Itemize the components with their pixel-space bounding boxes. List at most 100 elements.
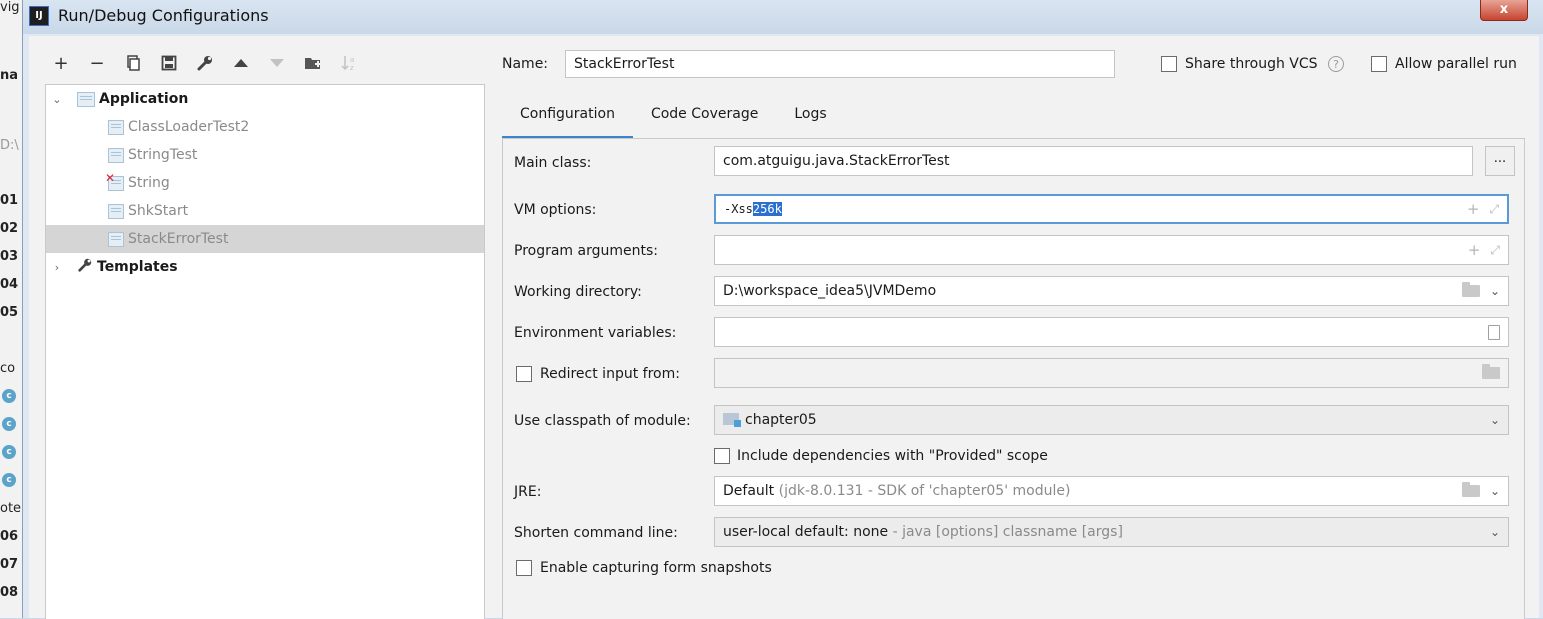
- include-deps-checkbox[interactable]: [714, 448, 730, 464]
- intellij-icon: IJ: [29, 6, 49, 26]
- config-icon: [108, 147, 124, 163]
- env-vars-label: Environment variables:: [514, 325, 677, 341]
- tree-label: StackErrorTest: [128, 231, 229, 247]
- bg-text: vig: [0, 0, 20, 15]
- expand-icon[interactable]: ⤢: [1489, 196, 1499, 222]
- tree-label: Templates: [97, 259, 178, 275]
- main-class-label: Main class:: [514, 155, 592, 171]
- chevron-down-icon[interactable]: ⌄: [1490, 406, 1500, 434]
- shorten-detail: - java [options] classname [args]: [892, 524, 1123, 540]
- tree-item[interactable]: ClassLoaderTest2: [46, 113, 484, 141]
- allow-parallel-checkbox[interactable]: [1371, 56, 1387, 72]
- save-icon[interactable]: [151, 50, 187, 76]
- shorten-select[interactable]: user-local default: none - java [options…: [714, 517, 1509, 547]
- tab-code-coverage[interactable]: Code Coverage: [633, 98, 776, 136]
- bg-line-number: 06: [0, 529, 19, 544]
- folder-icon[interactable]: [1461, 282, 1480, 297]
- window-title: Run/Debug Configurations: [58, 6, 269, 25]
- help-icon[interactable]: ?: [1328, 56, 1344, 72]
- tree-item[interactable]: ✕ String: [46, 169, 484, 197]
- folder-icon[interactable]: [1461, 482, 1480, 497]
- env-vars-input[interactable]: [714, 317, 1509, 347]
- bg-line-number: 01: [0, 193, 19, 208]
- plus-icon[interactable]: +: [1467, 196, 1480, 222]
- tab-logs[interactable]: Logs: [776, 98, 844, 136]
- chevron-down-icon[interactable]: ⌄: [51, 93, 63, 106]
- svg-text:z: z: [350, 64, 354, 72]
- classpath-select[interactable]: chapter05 ⌄: [714, 405, 1509, 435]
- tree-label: ShkStart: [128, 203, 189, 219]
- vm-options-input[interactable]: -Xss256k + ⤢: [714, 194, 1509, 224]
- config-tree: ⌄ Application ClassLoaderTest2 StringTes…: [45, 84, 485, 619]
- bg-line-number: 03: [0, 249, 19, 264]
- expand-icon[interactable]: ⤢: [1490, 236, 1500, 264]
- name-input[interactable]: StackErrorTest: [565, 50, 1115, 78]
- tree-node-templates[interactable]: › Templates: [46, 253, 484, 281]
- capture-snapshots-checkbox[interactable]: [516, 560, 532, 576]
- tab-configuration[interactable]: Configuration: [502, 98, 633, 139]
- allow-parallel-label: Allow parallel run: [1395, 56, 1517, 72]
- jre-detail: (jdk-8.0.131 - SDK of 'chapter05' module…: [778, 483, 1071, 499]
- chevron-down-icon[interactable]: ⌄: [1490, 518, 1500, 546]
- include-deps-label: Include dependencies with "Provided" sco…: [737, 448, 1048, 464]
- program-args-input[interactable]: + ⤢: [714, 235, 1509, 265]
- vm-options-text: -Xss: [724, 202, 753, 216]
- document-icon[interactable]: [1488, 324, 1500, 340]
- working-dir-text: D:\workspace_idea5\JVMDemo: [723, 283, 937, 299]
- background-app-strip: vig na D:\ 01 02 03 04 05 co c c c c ote…: [0, 0, 23, 618]
- tree-item[interactable]: ShkStart: [46, 197, 484, 225]
- tree-node-application[interactable]: ⌄ Application: [46, 85, 484, 113]
- redirect-input-checkbox[interactable]: [516, 366, 532, 382]
- chevron-down-icon[interactable]: ⌄: [1490, 277, 1500, 305]
- tree-label: StringTest: [128, 147, 198, 163]
- classpath-label: Use classpath of module:: [514, 413, 691, 429]
- tree-label: String: [128, 175, 170, 191]
- add-icon[interactable]: +: [43, 50, 79, 76]
- wrench-icon[interactable]: [187, 50, 223, 76]
- title-bar[interactable]: IJ Run/Debug Configurations x: [23, 0, 1543, 34]
- bg-line-number: 04: [0, 277, 19, 292]
- vm-options-label: VM options:: [514, 202, 597, 218]
- main-class-input[interactable]: com.atguigu.java.StackErrorTest: [714, 146, 1473, 176]
- tree-item-selected[interactable]: StackErrorTest: [46, 225, 484, 253]
- tab-bar: Configuration Code Coverage Logs: [502, 98, 845, 139]
- field-icons: ⌄: [1490, 518, 1500, 546]
- working-dir-label: Working directory:: [514, 284, 642, 300]
- folder-add-icon[interactable]: [295, 50, 331, 76]
- run-debug-dialog: IJ Run/Debug Configurations x + − a z ⌄ …: [22, 0, 1543, 619]
- field-icons: ⌄: [1490, 406, 1500, 434]
- chevron-right-icon[interactable]: ›: [51, 261, 63, 274]
- capture-snapshots-label: Enable capturing form snapshots: [540, 560, 772, 576]
- field-icons: [1488, 318, 1500, 346]
- bg-class-icon: c: [2, 445, 16, 459]
- browse-button[interactable]: ...: [1485, 146, 1515, 176]
- remove-icon[interactable]: −: [79, 50, 115, 76]
- module-icon: [723, 413, 741, 427]
- share-vcs-checkbox[interactable]: [1161, 56, 1177, 72]
- program-args-label: Program arguments:: [514, 243, 658, 259]
- bg-text: co: [0, 361, 16, 376]
- bg-class-icon: c: [2, 417, 16, 431]
- bg-class-icon: c: [2, 389, 16, 403]
- working-dir-input[interactable]: D:\workspace_idea5\JVMDemo ⌄: [714, 276, 1509, 306]
- tree-label: Application: [99, 91, 189, 107]
- tree-item[interactable]: StringTest: [46, 141, 484, 169]
- shorten-value: user-local default: none: [723, 524, 889, 540]
- bg-text: D:\: [0, 138, 19, 153]
- config-icon: [108, 119, 124, 135]
- move-up-icon[interactable]: [223, 50, 259, 76]
- jre-select[interactable]: Default (jdk-8.0.131 - SDK of 'chapter05…: [714, 476, 1509, 506]
- config-icon: [108, 203, 124, 219]
- bg-line-number: 02: [0, 221, 19, 236]
- close-button[interactable]: x: [1480, 0, 1528, 21]
- field-icons: ⌄: [1461, 477, 1500, 505]
- move-down-icon[interactable]: [259, 50, 295, 76]
- copy-icon[interactable]: [115, 50, 151, 76]
- field-icons: + ⤢: [1467, 196, 1499, 222]
- sort-icon[interactable]: az: [331, 50, 367, 76]
- chevron-down-icon[interactable]: ⌄: [1490, 477, 1500, 505]
- field-icons: [1482, 359, 1500, 387]
- plus-icon[interactable]: +: [1468, 236, 1481, 264]
- share-vcs-label: Share through VCS: [1185, 56, 1318, 72]
- jre-label: JRE:: [514, 484, 542, 500]
